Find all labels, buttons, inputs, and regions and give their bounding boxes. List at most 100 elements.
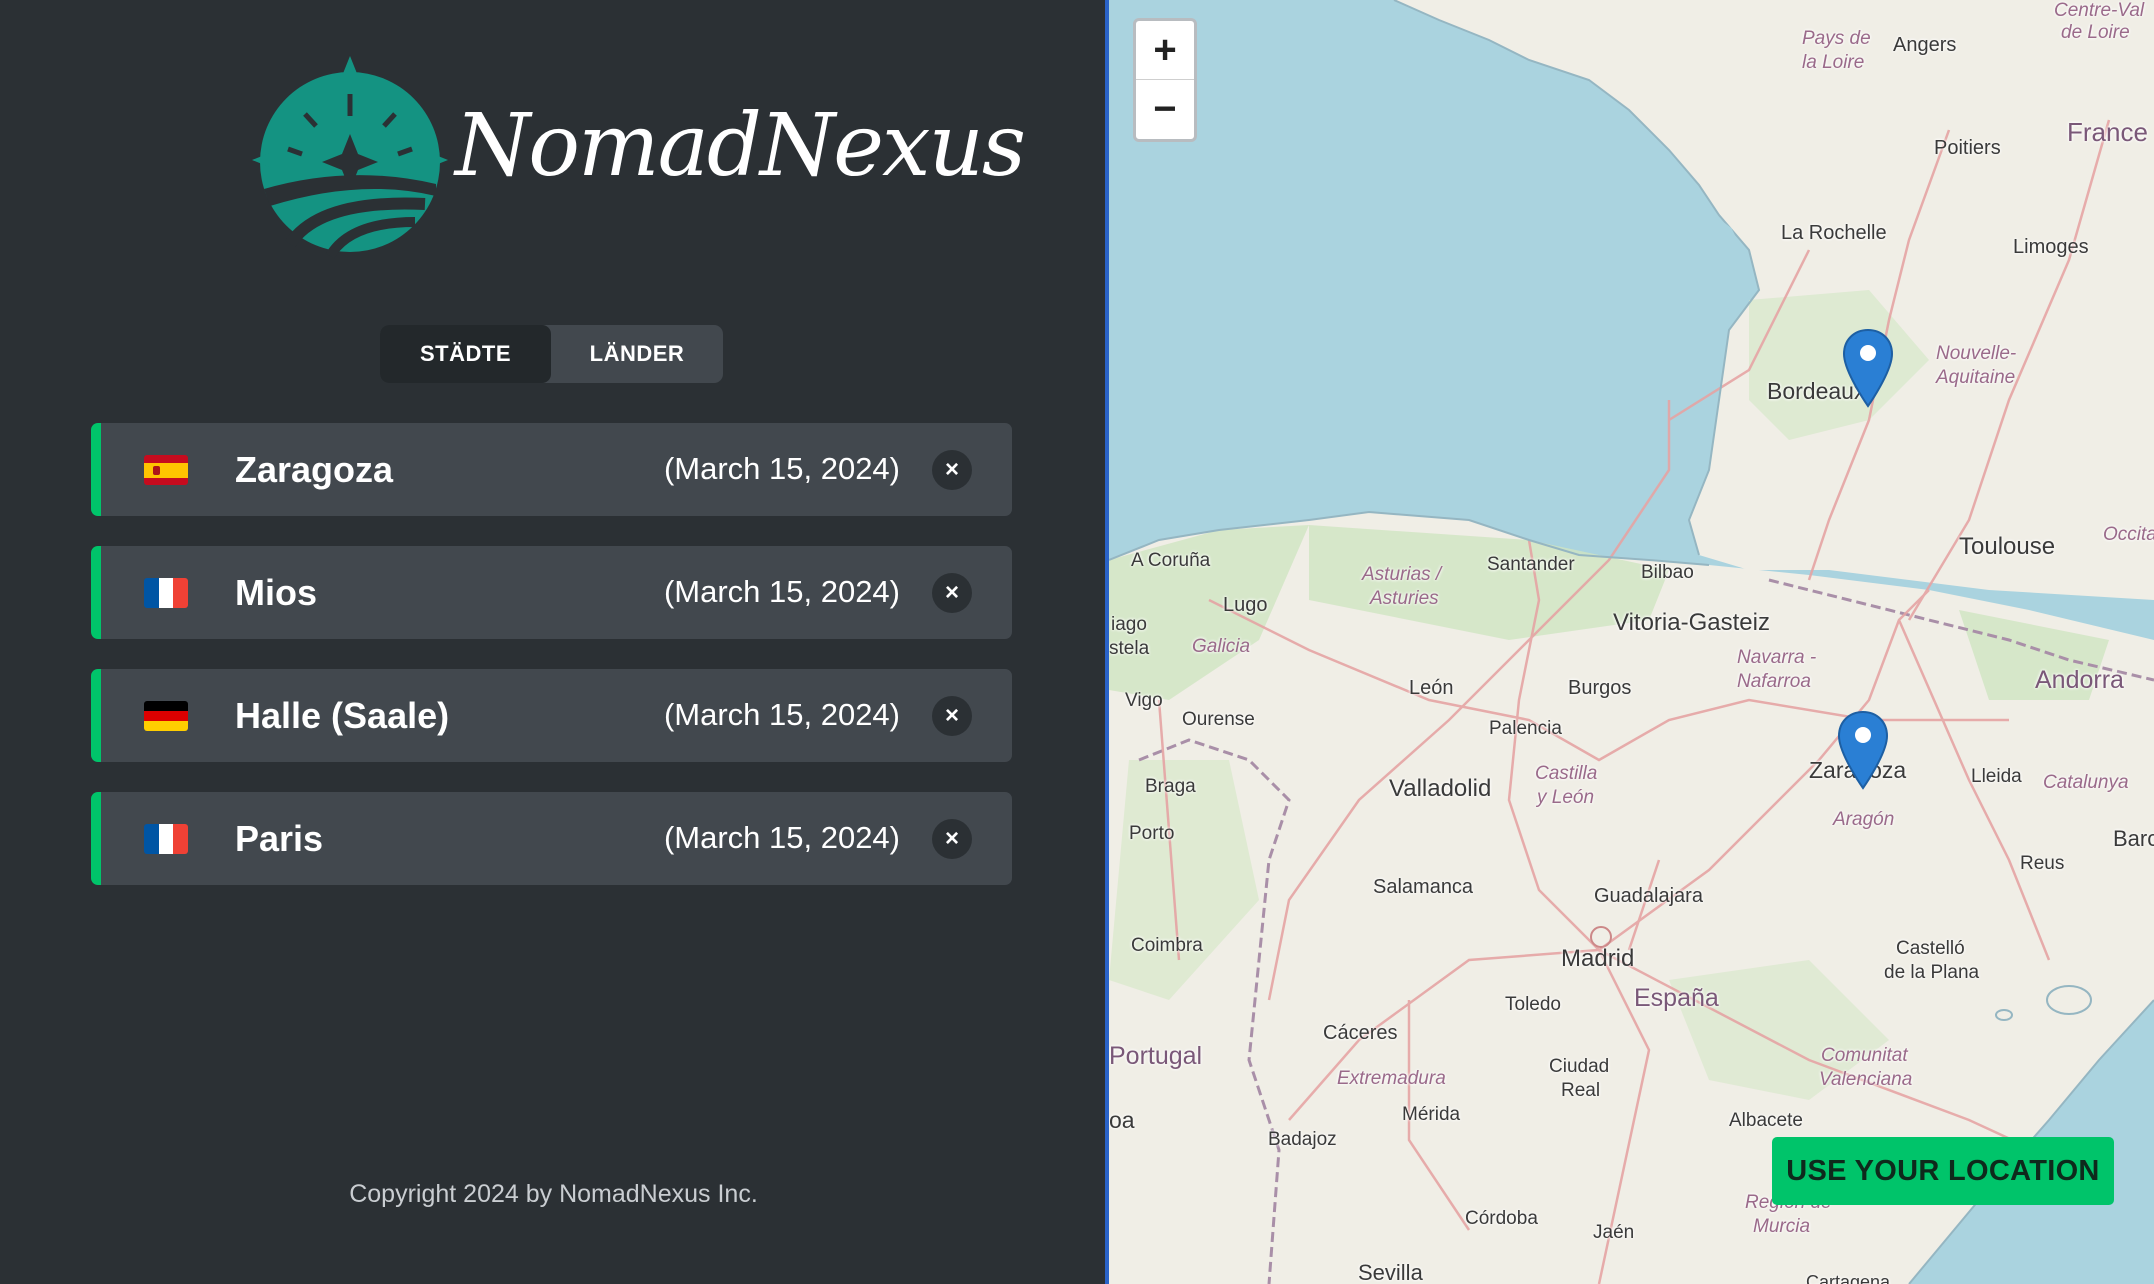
map-label: Ciudad bbox=[1549, 1056, 1610, 1077]
city-item-zaragoza[interactable]: Zaragoza (March 15, 2024) × bbox=[91, 423, 1012, 516]
map-label: Lugo bbox=[1223, 594, 1268, 616]
city-date: (March 15, 2024) bbox=[663, 451, 900, 486]
map-label: iago bbox=[1111, 614, 1147, 635]
map-label: León bbox=[1409, 677, 1454, 699]
zoom-out-button[interactable]: − bbox=[1136, 80, 1194, 139]
map-label: Limoges bbox=[2013, 236, 2089, 258]
map-label: La Rochelle bbox=[1781, 222, 1887, 244]
sidebar: NomadNexus STÄDTE LÄNDER Zaragoza (March… bbox=[0, 0, 1107, 1284]
map-label: oa bbox=[1109, 1107, 1135, 1133]
spain-flag-icon bbox=[144, 455, 188, 485]
map-label: Toledo bbox=[1505, 994, 1561, 1015]
view-tabs: STÄDTE LÄNDER bbox=[380, 325, 723, 383]
map-label: Poitiers bbox=[1934, 137, 2001, 159]
map-label: y León bbox=[1537, 787, 1595, 808]
city-item-halle[interactable]: Halle (Saale) (March 15, 2024) × bbox=[91, 669, 1012, 762]
map-label: Ourense bbox=[1182, 709, 1255, 730]
map-label: Asturias / bbox=[1362, 564, 1442, 585]
map-label: Real bbox=[1561, 1080, 1601, 1101]
use-your-location-button[interactable]: USE YOUR LOCATION bbox=[1772, 1137, 2114, 1205]
map-label: Sevilla bbox=[1358, 1260, 1423, 1284]
map-tiles bbox=[1109, 0, 2154, 1284]
map-label: Braga bbox=[1145, 776, 1196, 797]
map-label: Portugal bbox=[1109, 1042, 1203, 1070]
map-label: Nouvelle- bbox=[1936, 343, 2017, 364]
map-label: Nafarroa bbox=[1737, 671, 1811, 692]
map-label: Madrid bbox=[1561, 945, 1635, 972]
map-label: Catalunya bbox=[2043, 772, 2129, 793]
map-label: Galicia bbox=[1192, 636, 1251, 657]
city-name: Zaragoza bbox=[235, 449, 394, 490]
map-marker-bordeaux[interactable] bbox=[1842, 328, 1894, 408]
france-flag-icon bbox=[144, 824, 188, 854]
map-label: Aquitaine bbox=[1936, 367, 2016, 388]
map-label: Pays de bbox=[1802, 28, 1871, 49]
map-label: Salamanca bbox=[1373, 876, 1474, 898]
map-label: Burgos bbox=[1568, 677, 1632, 699]
city-date: (March 15, 2024) bbox=[663, 820, 900, 855]
map-label: España bbox=[1634, 984, 1719, 1012]
map-label: Cartagena bbox=[1806, 1272, 1891, 1284]
map-view[interactable]: Pays de la Loire Angers Centre-Val de Lo… bbox=[1109, 0, 2154, 1284]
map-label: Albacete bbox=[1729, 1110, 1803, 1131]
map-label: Comunitat bbox=[1821, 1045, 1908, 1066]
map-label: Andorra bbox=[2035, 666, 2124, 694]
tab-countries[interactable]: LÄNDER bbox=[551, 325, 723, 383]
remove-city-button[interactable]: × bbox=[932, 450, 972, 490]
germany-flag-icon bbox=[144, 701, 188, 731]
map-label: Vitoria-Gasteiz bbox=[1613, 609, 1770, 636]
compass-globe-logo-icon bbox=[252, 56, 448, 259]
city-item-paris[interactable]: Paris (March 15, 2024) × bbox=[91, 792, 1012, 885]
map-label: Lleida bbox=[1971, 766, 2022, 787]
map-label: A Coruña bbox=[1131, 550, 1211, 571]
map-label: la Loire bbox=[1802, 52, 1865, 73]
map-label: Barcel bbox=[2113, 826, 2154, 851]
city-name: Mios bbox=[235, 572, 318, 613]
remove-city-button[interactable]: × bbox=[932, 573, 972, 613]
tab-cities[interactable]: STÄDTE bbox=[380, 325, 551, 383]
map-label: Badajoz bbox=[1268, 1129, 1337, 1150]
map-label: Navarra - bbox=[1737, 647, 1817, 668]
city-list: Zaragoza (March 15, 2024) × Mios (March … bbox=[91, 423, 1012, 885]
map-label: Murcia bbox=[1753, 1216, 1811, 1237]
city-name: Paris bbox=[235, 818, 324, 859]
map-label: Castilla bbox=[1535, 763, 1598, 784]
map-pin-icon bbox=[1842, 328, 1894, 408]
map-label: de Loire bbox=[2061, 22, 2130, 43]
map-label: Castelló bbox=[1896, 938, 1965, 959]
map-label: Cáceres bbox=[1323, 1022, 1398, 1044]
remove-city-button[interactable]: × bbox=[932, 696, 972, 736]
map-label: Aragón bbox=[1833, 809, 1895, 830]
map-label: Bilbao bbox=[1641, 562, 1694, 583]
zoom-in-button[interactable]: + bbox=[1136, 21, 1194, 80]
map-label: Occitanie bbox=[2103, 524, 2154, 545]
map-label: Reus bbox=[2020, 853, 2065, 874]
map-label: Palencia bbox=[1489, 718, 1562, 739]
zoom-control: + − bbox=[1133, 18, 1197, 142]
map-label: Angers bbox=[1893, 34, 1957, 56]
map-label: Toulouse bbox=[1959, 533, 2056, 560]
france-flag-icon bbox=[144, 578, 188, 608]
map-label: Valladolid bbox=[1389, 775, 1492, 802]
city-date: (March 15, 2024) bbox=[663, 697, 900, 732]
map-label: Porto bbox=[1129, 823, 1175, 844]
map-label: Valenciana bbox=[1819, 1069, 1913, 1090]
map-label: de la Plana bbox=[1884, 962, 1980, 983]
map-label: France bbox=[2067, 117, 2148, 147]
map-label: Coimbra bbox=[1131, 935, 1203, 956]
city-date: (March 15, 2024) bbox=[663, 574, 900, 609]
remove-city-button[interactable]: × bbox=[932, 819, 972, 859]
map-label: Extremadura bbox=[1337, 1068, 1446, 1089]
map-marker-zaragoza[interactable] bbox=[1837, 710, 1889, 790]
map-label: Asturies bbox=[1370, 588, 1439, 609]
city-item-mios[interactable]: Mios (March 15, 2024) × bbox=[91, 546, 1012, 639]
map-label: Centre-Val bbox=[2054, 0, 2145, 21]
copyright-text: Copyright 2024 by NomadNexus Inc. bbox=[349, 1180, 758, 1208]
map-label: Vigo bbox=[1125, 690, 1163, 711]
map-label: stela bbox=[1109, 638, 1150, 659]
city-name: Halle (Saale) bbox=[235, 695, 450, 736]
map-label: Santander bbox=[1487, 554, 1575, 575]
map-label: Jaén bbox=[1593, 1222, 1635, 1243]
map-label: Guadalajara bbox=[1594, 885, 1703, 907]
map-label: Mérida bbox=[1402, 1104, 1461, 1125]
